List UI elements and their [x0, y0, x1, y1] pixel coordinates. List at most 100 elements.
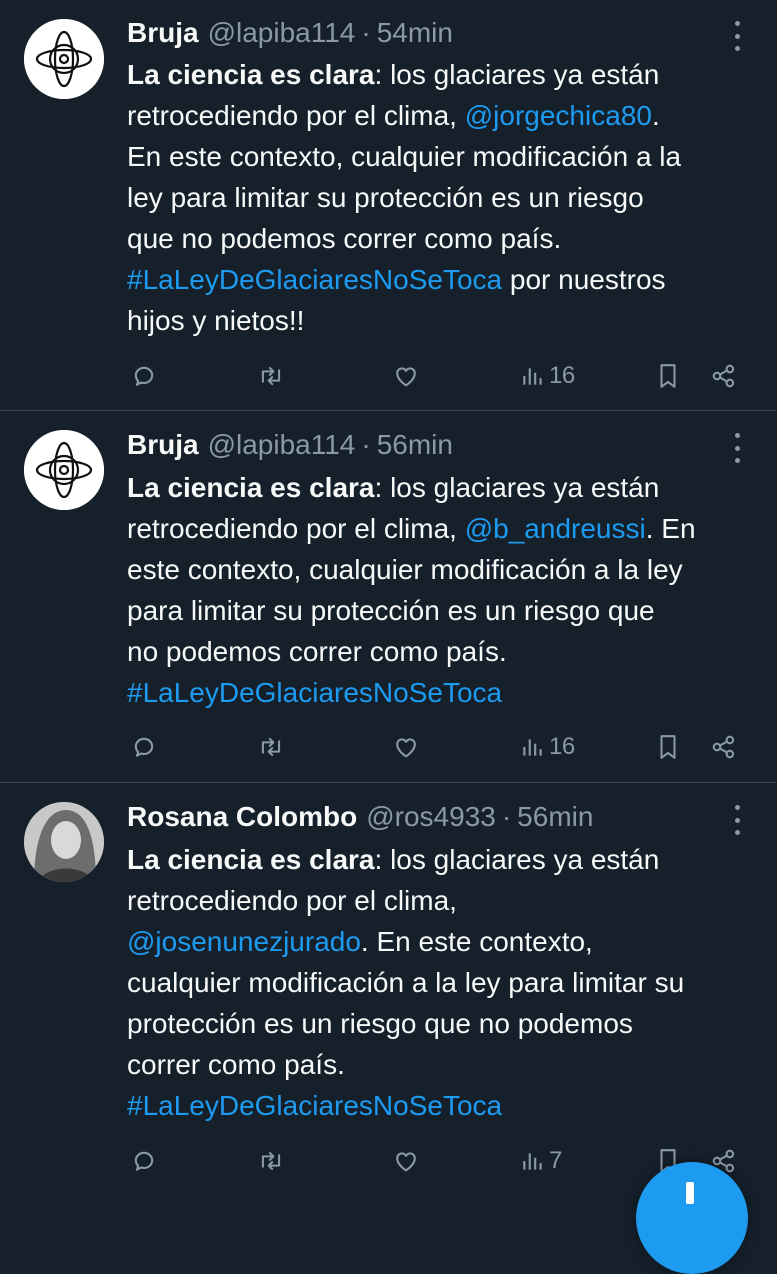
share-button[interactable] [710, 727, 738, 767]
separator-dot: · [501, 801, 512, 832]
text-line: @josenunezjurado. En este contexto, [127, 921, 757, 962]
display-name[interactable]: Rosana Colombo [127, 797, 357, 837]
text-segment: cualquier modificación a la ley para lim… [127, 967, 685, 998]
tweet-actions: 16 [0, 727, 777, 767]
text-line: La ciencia es clara: los glaciares ya es… [127, 467, 757, 508]
text-line: retrocediendo por el clima, @jorgechica8… [127, 95, 757, 136]
reply-button[interactable] [130, 727, 158, 767]
display-name[interactable]: Bruja [127, 425, 199, 465]
bookmark-button[interactable] [655, 356, 681, 396]
text-segment: para limitar su protección es un riesgo … [127, 595, 655, 626]
timestamp[interactable]: 54min [377, 13, 453, 53]
celtic-knot-avatar-icon [24, 19, 104, 99]
text-segment: : los glaciares ya están [374, 472, 660, 503]
text-segment: ley para limitar su protección es un rie… [127, 182, 644, 213]
text-segment: este contexto, cualquier modificación a … [127, 554, 683, 585]
user-handle[interactable]: @ros4933 [366, 797, 496, 837]
text-segment: . En [645, 513, 696, 544]
tweet-header: Bruja @lapiba114 · 54min [127, 13, 453, 53]
more-options-icon[interactable] [728, 21, 746, 51]
mention-link[interactable]: @jorgechica80 [465, 100, 652, 131]
hashtag-link[interactable]: #LaLeyDeGlaciaresNoSeToca [127, 264, 502, 295]
reply-button[interactable] [130, 356, 158, 396]
text-segment: no podemos correr como país. [127, 636, 507, 667]
text-line: ley para limitar su protección es un rie… [127, 177, 757, 218]
tweet-actions: 16 [0, 356, 777, 396]
tweet-text: La ciencia es clara: los glaciares ya es… [127, 54, 757, 341]
views-count: 16 [549, 733, 575, 760]
celtic-knot-avatar-icon [24, 430, 104, 510]
compose-button[interactable] [636, 1162, 748, 1274]
compose-plus-icon [686, 1182, 694, 1204]
mention-link[interactable]: @josenunezjurado [127, 926, 361, 957]
user-handle[interactable]: @lapiba114 [208, 425, 356, 465]
text-line: cualquier modificación a la ley para lim… [127, 962, 757, 1003]
text-line: para limitar su protección es un riesgo … [127, 590, 757, 631]
text-line: En este contexto, cualquier modificación… [127, 136, 757, 177]
text-segment: En este contexto, cualquier modificación… [127, 141, 682, 172]
more-options-icon[interactable] [728, 805, 746, 835]
profile-photo-icon [24, 802, 104, 882]
timestamp[interactable]: 56min [377, 425, 453, 465]
user-handle[interactable]: @lapiba114 [208, 13, 356, 53]
text-line: La ciencia es clara: los glaciares ya es… [127, 54, 757, 95]
avatar[interactable] [24, 19, 104, 99]
bookmark-icon [655, 732, 681, 762]
retweet-button[interactable] [256, 1141, 286, 1181]
views-chart-icon [520, 1148, 546, 1174]
bookmark-button[interactable] [655, 727, 681, 767]
tweet-header: Rosana Colombo @ros4933 · 56min [127, 797, 593, 837]
like-button[interactable] [392, 1141, 420, 1181]
tweet-text: La ciencia es clara: los glaciares ya es… [127, 467, 757, 713]
more-options-icon[interactable] [728, 433, 746, 463]
like-button[interactable] [392, 356, 420, 396]
text-segment: : los glaciares ya están [374, 59, 660, 90]
text-segment: retrocediendo por el clima, [127, 885, 457, 916]
views-button[interactable]: 16 [520, 356, 575, 396]
text-segment: hijos y nietos!! [127, 305, 305, 336]
text-segment: protección es un riesgo que no podemos [127, 1008, 633, 1039]
text-segment: . En este contexto, [360, 926, 593, 957]
timestamp[interactable]: 56min [517, 797, 593, 837]
separator-dot: · [361, 17, 371, 48]
display-name[interactable]: Bruja [127, 13, 199, 53]
text-line: hijos y nietos!! [127, 300, 757, 341]
retweet-button[interactable] [256, 356, 286, 396]
text-segment: retrocediendo por el clima, [127, 513, 465, 544]
text-line: #LaLeyDeGlaciaresNoSeToca [127, 1085, 757, 1126]
text-line: que no podemos correr como país. [127, 218, 757, 259]
retweet-button[interactable] [256, 727, 286, 767]
hashtag-link[interactable]: #LaLeyDeGlaciaresNoSeToca [127, 677, 502, 708]
avatar[interactable] [24, 430, 104, 510]
reply-button[interactable] [130, 1141, 158, 1181]
share-button[interactable] [710, 356, 738, 396]
hashtag-link[interactable]: #LaLeyDeGlaciaresNoSeToca [127, 1090, 502, 1121]
reply-icon [130, 733, 158, 761]
tweet[interactable]: Bruja @lapiba114 · 56min La ciencia es c… [0, 411, 777, 781]
views-button[interactable]: 16 [520, 727, 575, 767]
tweet[interactable]: Rosana Colombo @ros4933 · 56min La cienc… [0, 783, 777, 1200]
bold-text: La ciencia es clara [127, 472, 375, 503]
heart-icon [392, 733, 420, 761]
text-line: correr como país. [127, 1044, 757, 1085]
like-button[interactable] [392, 727, 420, 767]
retweet-icon [256, 1147, 286, 1175]
bold-text: La ciencia es clara [127, 844, 375, 875]
text-line: retrocediendo por el clima, @b_andreussi… [127, 508, 757, 549]
separator-dot: · [361, 429, 371, 460]
bookmark-icon [655, 361, 681, 391]
views-button[interactable]: 7 [520, 1141, 562, 1181]
avatar[interactable] [24, 802, 104, 882]
text-line: #LaLeyDeGlaciaresNoSeToca por nuestros [127, 259, 757, 300]
tweet-text: La ciencia es clara: los glaciares ya es… [127, 839, 757, 1126]
mention-link[interactable]: @b_andreussi [465, 513, 646, 544]
tweet[interactable]: Bruja @lapiba114 · 54min La ciencia es c… [0, 0, 777, 410]
share-icon [710, 733, 738, 761]
views-chart-icon [520, 363, 546, 389]
heart-icon [392, 362, 420, 390]
views-chart-icon [520, 734, 546, 760]
views-count: 7 [549, 1147, 562, 1174]
retweet-icon [256, 733, 286, 761]
text-segment: . [651, 100, 660, 131]
text-segment: retrocediendo por el clima, [127, 100, 465, 131]
